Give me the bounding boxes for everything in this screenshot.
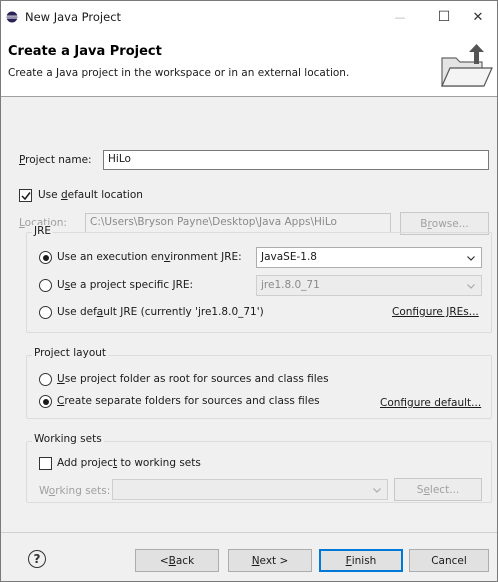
maximize-icon: ☐	[437, 9, 451, 25]
window-title: New Java Project	[25, 10, 122, 24]
wizard-banner: Create a Java Project Create a Java proj…	[1, 33, 497, 97]
separate-folders-layout-label: Create separate folders for sources and …	[57, 395, 320, 407]
back-button[interactable]: < Back	[135, 549, 219, 572]
help-icon[interactable]: ?	[28, 550, 46, 568]
project-specific-jre-label: Use a project specific JRE:	[57, 279, 194, 291]
add-to-working-sets-checkbox[interactable]	[39, 457, 52, 470]
minimize-button[interactable]: —	[377, 1, 423, 33]
select-working-sets-button[interactable]: Se lect...	[394, 478, 482, 501]
footer-separator	[1, 532, 497, 533]
cancel-button[interactable]: Cancel	[409, 549, 489, 572]
project-name-input[interactable]: HiLo	[103, 150, 489, 170]
project-layout-group	[26, 355, 492, 419]
location-input[interactable]: C:\Users\Bryson Payne\Desktop\Java Apps\…	[85, 213, 391, 233]
chevron-down-icon	[373, 488, 381, 493]
default-jre-label: Use default JRE (currently 'jre1.8.0_71'…	[57, 306, 264, 318]
chevron-down-icon	[467, 256, 475, 261]
project-specific-jre-dropdown[interactable]: jre1.8.0_71	[256, 275, 482, 296]
jre-group-title: JRE	[32, 225, 54, 237]
eclipse-icon	[6, 11, 18, 23]
finish-button[interactable]: Finish	[319, 549, 403, 572]
configure-default-link[interactable]: Configure default...	[380, 397, 481, 409]
next-button[interactable]: Next >	[228, 549, 312, 572]
separate-folders-layout-radio[interactable]	[39, 395, 52, 408]
use-default-location-label: Use default location	[38, 189, 143, 201]
new-java-project-dialog: New Java Project — ☐ ✕ Create a Java Pro…	[0, 0, 498, 582]
project-specific-jre-radio[interactable]	[39, 279, 52, 292]
use-default-location-checkbox[interactable]	[19, 189, 32, 202]
page-description: Create a Java project in the workspace o…	[8, 67, 350, 79]
configure-jres-link[interactable]: Configure JREs...	[392, 306, 479, 318]
open-folder-icon	[441, 44, 493, 87]
project-layout-group-title: Project layout	[32, 347, 109, 359]
execution-environment-value: JavaSE-1.8	[261, 251, 317, 263]
execution-environment-dropdown[interactable]: JavaSE-1.8	[256, 247, 482, 268]
checkmark-icon	[20, 191, 31, 200]
project-root-layout-label: Use project folder as root for sources a…	[57, 373, 329, 385]
default-jre-radio[interactable]	[39, 306, 52, 319]
add-to-working-sets-label: Add project to working sets	[57, 457, 201, 469]
close-button[interactable]: ✕	[455, 1, 497, 33]
chevron-down-icon	[467, 284, 475, 289]
working-sets-label: Working sets:	[39, 485, 111, 497]
execution-environment-label: Use an execution environment JRE:	[57, 251, 242, 263]
execution-environment-radio[interactable]	[39, 251, 52, 264]
project-specific-jre-value: jre1.8.0_71	[261, 279, 320, 291]
close-icon: ✕	[472, 9, 484, 25]
working-sets-group-title: Working sets	[32, 433, 104, 445]
page-title: Create a Java Project	[8, 44, 162, 59]
minimize-icon: —	[394, 10, 406, 24]
project-name-label: Project name:	[19, 154, 92, 166]
project-root-layout-radio[interactable]	[39, 373, 52, 386]
title-bar[interactable]: New Java Project — ☐ ✕	[1, 1, 497, 33]
working-sets-dropdown[interactable]	[112, 479, 388, 500]
